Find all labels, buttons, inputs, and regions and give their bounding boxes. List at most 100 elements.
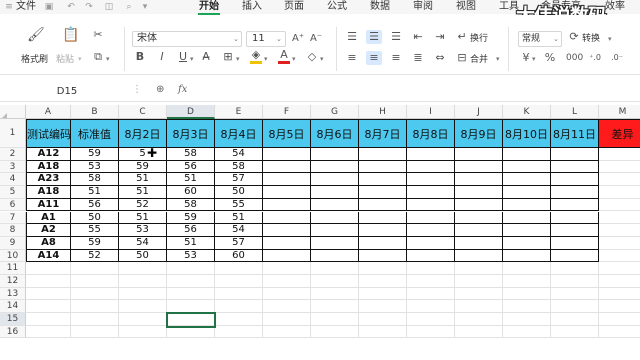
data-cell-l10[interactable] <box>551 249 599 263</box>
cell[interactable] <box>503 287 551 301</box>
font-color-icon[interactable]: A <box>278 49 290 64</box>
data-cell-d4[interactable]: 51 <box>167 173 215 187</box>
row-header-12[interactable]: 12 <box>0 275 26 288</box>
data-cell-b6[interactable]: 56 <box>71 198 119 212</box>
row-header-15[interactable]: 15 <box>0 313 26 326</box>
header-cell-g[interactable]: 8月6日 <box>311 119 359 148</box>
cut-icon[interactable]: ✂ <box>92 29 104 41</box>
data-cell-h9[interactable] <box>359 236 407 250</box>
cell[interactable] <box>599 161 640 174</box>
align-top-icon[interactable]: ☰ <box>346 31 358 43</box>
data-cell-k9[interactable] <box>503 236 551 250</box>
data-cell-l9[interactable] <box>551 236 599 250</box>
fill-color-dropdown-icon[interactable]: ▾ <box>264 55 268 63</box>
data-cell-i7[interactable] <box>407 211 455 225</box>
justify-icon[interactable]: ≣ <box>412 52 424 64</box>
cell[interactable] <box>599 313 640 326</box>
cell[interactable] <box>359 275 407 288</box>
data-cell-d8[interactable]: 56 <box>167 224 215 237</box>
cell[interactable] <box>215 262 263 275</box>
cell[interactable] <box>215 275 263 288</box>
data-cell-f6[interactable] <box>263 198 311 212</box>
cell[interactable] <box>599 199 640 212</box>
cell[interactable] <box>26 287 71 301</box>
column-header-m[interactable]: M <box>599 105 640 119</box>
tab-efficiency[interactable]: 效率 <box>605 0 625 14</box>
cell[interactable] <box>551 287 599 301</box>
cell[interactable] <box>503 313 551 326</box>
cell[interactable] <box>455 287 503 301</box>
cell[interactable] <box>71 262 119 275</box>
cell[interactable] <box>599 173 640 187</box>
data-cell-a6[interactable]: A11 <box>26 198 71 212</box>
save-icon[interactable]: ▣ <box>44 2 54 12</box>
name-box[interactable]: D15 <box>8 83 126 100</box>
data-cell-g7[interactable] <box>311 211 359 225</box>
cell[interactable] <box>215 313 263 326</box>
data-cell-b8[interactable]: 55 <box>71 224 119 237</box>
name-box-dropdown-icon[interactable]: ⋮ <box>132 84 142 95</box>
data-cell-g3[interactable] <box>311 160 359 174</box>
data-cell-e6[interactable]: 55 <box>215 198 263 212</box>
cell[interactable] <box>263 262 311 275</box>
font-name-select[interactable]: 宋体 <box>132 31 242 47</box>
data-cell-f9[interactable] <box>263 236 311 250</box>
header-cell-m[interactable]: 差异 <box>599 119 640 148</box>
data-cell-d6[interactable]: 58 <box>167 198 215 212</box>
row-header-9[interactable]: 9 <box>0 236 26 250</box>
data-cell-j6[interactable] <box>455 198 503 212</box>
cell[interactable] <box>311 300 359 314</box>
data-cell-e4[interactable]: 57 <box>215 173 263 187</box>
column-header-a[interactable]: A <box>26 105 71 119</box>
data-cell-l5[interactable] <box>551 186 599 199</box>
redo-icon[interactable]: ↷ <box>84 2 94 12</box>
cell[interactable] <box>551 313 599 326</box>
header-cell-a[interactable]: 测试编码 <box>26 119 71 148</box>
cell[interactable] <box>599 300 640 314</box>
paste-dropdown-icon[interactable]: ▾ <box>78 55 82 63</box>
data-cell-e9[interactable]: 57 <box>215 236 263 250</box>
cell[interactable] <box>26 325 71 339</box>
data-cell-e2[interactable]: 54 <box>215 148 263 161</box>
data-cell-g8[interactable] <box>311 224 359 237</box>
cell[interactable] <box>503 262 551 275</box>
data-cell-c2[interactable]: 5 <box>119 148 167 161</box>
cell[interactable] <box>263 300 311 314</box>
data-cell-j8[interactable] <box>455 224 503 237</box>
data-cell-k3[interactable] <box>503 160 551 174</box>
column-header-j[interactable]: J <box>455 105 503 119</box>
cell[interactable] <box>455 275 503 288</box>
cell[interactable] <box>263 275 311 288</box>
data-cell-h2[interactable] <box>359 148 407 161</box>
data-cell-d5[interactable]: 60 <box>167 186 215 199</box>
cell[interactable] <box>407 262 455 275</box>
cell[interactable] <box>215 287 263 301</box>
zoom-icon[interactable]: ⊕ <box>156 84 164 95</box>
data-cell-b2[interactable]: 59 <box>71 148 119 161</box>
decrease-indent-icon[interactable]: ⇤ <box>412 31 424 43</box>
cell[interactable] <box>407 313 455 326</box>
percent-icon[interactable]: % <box>544 52 556 64</box>
underline-dropdown-icon[interactable]: ▾ <box>190 55 194 63</box>
cell[interactable] <box>551 300 599 314</box>
paste-label[interactable]: 粘贴 <box>56 52 74 65</box>
merge-icon[interactable]: ⊟ <box>456 52 468 64</box>
thousands-icon[interactable]: 000 <box>566 52 583 64</box>
increase-font-icon[interactable]: A⁺ <box>292 33 304 45</box>
wrap-label[interactable]: 换行 <box>470 31 488 44</box>
data-cell-h6[interactable] <box>359 198 407 212</box>
data-cell-a2[interactable]: A12 <box>26 148 71 161</box>
tab-data[interactable]: 数据 <box>370 0 390 14</box>
cell[interactable] <box>455 313 503 326</box>
currency-dropdown-icon[interactable]: ▾ <box>532 55 536 63</box>
cell[interactable] <box>599 186 640 199</box>
header-cell-j[interactable]: 8月9日 <box>455 119 503 148</box>
data-cell-c3[interactable]: 59 <box>119 160 167 174</box>
decrease-decimal-icon[interactable]: .0⁻ <box>610 52 624 64</box>
cell[interactable] <box>71 287 119 301</box>
header-cell-e[interactable]: 8月4日 <box>215 119 263 148</box>
cell[interactable] <box>599 288 640 301</box>
data-cell-j10[interactable] <box>455 249 503 263</box>
cell[interactable] <box>599 148 640 161</box>
cell[interactable] <box>119 262 167 275</box>
